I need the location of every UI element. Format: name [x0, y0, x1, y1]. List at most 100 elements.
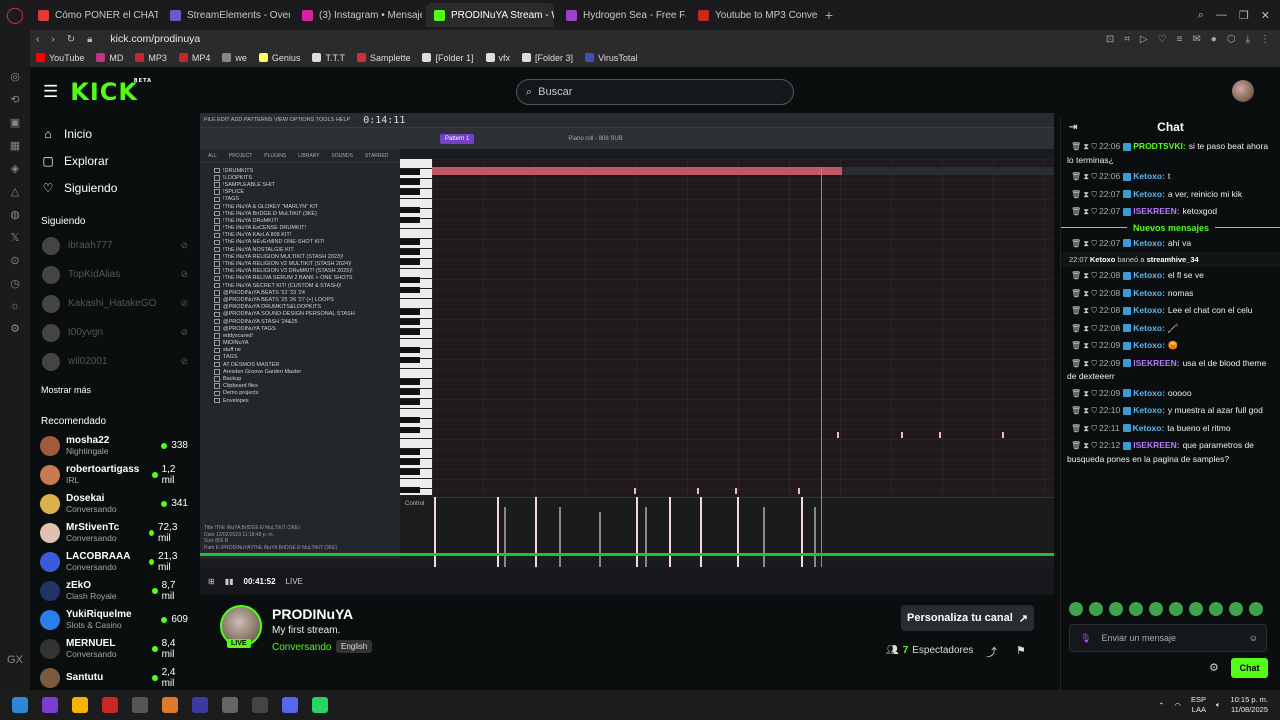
- bookmark-item[interactable]: T.T.T: [312, 53, 345, 63]
- opera-icon[interactable]: [102, 697, 118, 713]
- obs-icon[interactable]: [132, 697, 148, 713]
- bookmark-icon[interactable]: ⊡: [1106, 34, 1114, 45]
- following-item[interactable]: Kakashi_HatakeGO ⊘: [30, 289, 200, 318]
- emote-icon[interactable]: [1089, 602, 1103, 616]
- record-icon[interactable]: ●: [1211, 34, 1217, 45]
- customize-channel-button[interactable]: Personaliza tu canal ↗: [901, 605, 1034, 631]
- briefcase-icon[interactable]: ▣: [10, 116, 20, 129]
- start-icon[interactable]: [12, 697, 28, 713]
- message-user[interactable]: PRODTSVKI:: [1133, 141, 1185, 151]
- player-icon[interactable]: ⊙: [10, 254, 19, 267]
- recommended-item[interactable]: LACOBRAAA Conversando 21,3 mil: [30, 547, 200, 576]
- video-player[interactable]: FILE EDIT ADD PATTERNS VIEW OPTIONS TOOL…: [200, 113, 1054, 595]
- recommended-item[interactable]: Dosekai Conversando 341: [30, 489, 200, 518]
- message-user[interactable]: Ketoxo:: [1133, 305, 1165, 315]
- recommended-item[interactable]: zEkO Clash Royale 8,7 mil: [30, 576, 200, 605]
- message-user[interactable]: Ketoxo:: [1133, 340, 1165, 350]
- bookmark-item[interactable]: YouTube: [36, 53, 84, 63]
- nav-inicio[interactable]: ⌂ Inicio: [30, 120, 200, 147]
- browser-tab[interactable]: Cómo PONER el CHAT de: [30, 3, 158, 27]
- message-user[interactable]: Ketoxo:: [1133, 189, 1165, 199]
- recommended-item[interactable]: Santutu 2,4 mil: [30, 663, 200, 690]
- discord-icon[interactable]: [282, 697, 298, 713]
- channel-name[interactable]: PRODINuYA: [272, 606, 353, 622]
- chat-message[interactable]: 🗑︎ ⧗ ⛉ 22:06 Ketoxo: t: [1061, 168, 1280, 186]
- bookmark-item[interactable]: MP3: [135, 53, 167, 63]
- opera-menu-icon[interactable]: ◯: [0, 0, 30, 30]
- restore-button[interactable]: ❐: [1239, 9, 1249, 22]
- chat-message[interactable]: 🗑︎ ⧗ ⛉ 22:07 ISEKREEN: ketoxgod: [1061, 203, 1280, 221]
- message-user[interactable]: Ketoxo:: [1133, 171, 1165, 181]
- chat-message[interactable]: 🗑︎ ⧗ ⛉ 22:09 Ketoxo: ooooo: [1061, 385, 1280, 403]
- download-icon[interactable]: ⤓: [1246, 34, 1250, 45]
- emote-icon[interactable]: [1209, 602, 1223, 616]
- message-user[interactable]: Ketoxo:: [1133, 388, 1165, 398]
- recommended-item[interactable]: MERNUEL Conversando 8,4 mil: [30, 634, 200, 663]
- language-tag[interactable]: English: [336, 640, 373, 653]
- whatsapp-taskbar-icon[interactable]: [312, 697, 328, 713]
- snapshot-icon[interactable]: ⌗: [1124, 34, 1130, 45]
- following-item[interactable]: wil02001 ⊘: [30, 347, 200, 376]
- kick-logo[interactable]: KICK BETA: [70, 78, 151, 106]
- sun-icon[interactable]: ☼: [10, 300, 20, 312]
- mod-actions-icon[interactable]: 🗑︎ ⧗ ⛉: [1071, 271, 1097, 280]
- mod-actions-icon[interactable]: 🗑︎ ⧗ ⛉: [1071, 207, 1097, 216]
- hamburger-icon[interactable]: ☰: [43, 82, 58, 102]
- mic-icon[interactable]: 🎙︎: [1080, 633, 1091, 644]
- emote-icon[interactable]: [1169, 602, 1183, 616]
- search-input[interactable]: ⌕ Buscar: [516, 79, 794, 105]
- chat-message[interactable]: 🗑︎ ⧗ ⛉ 22:08 Ketoxo: el fl se ve: [1061, 267, 1280, 285]
- reload-icon[interactable]: ↻: [67, 34, 75, 45]
- mod-actions-icon[interactable]: 🗑︎ ⧗ ⛉: [1071, 441, 1097, 450]
- emote-icon[interactable]: [1069, 602, 1083, 616]
- chat-message[interactable]: 🗑︎ ⧗ ⛉ 22:08 Ketoxo: 🦯: [1061, 320, 1280, 338]
- wifi-icon[interactable]: ◠: [1174, 701, 1181, 710]
- mod-actions-icon[interactable]: 🗑︎ ⧗ ⛉: [1071, 341, 1097, 350]
- message-user[interactable]: ISEKREEN:: [1133, 358, 1179, 368]
- browser-tab[interactable]: Youtube to MP3 Converte: [690, 3, 818, 27]
- palette-icon[interactable]: ▦: [10, 139, 20, 152]
- user-avatar[interactable]: [1232, 80, 1254, 102]
- whatsapp-icon[interactable]: ◍: [10, 208, 20, 221]
- recommended-item[interactable]: MrStivenTc Conversando 72,3 mil: [30, 518, 200, 547]
- emote-icon[interactable]: [1229, 602, 1243, 616]
- mod-actions-icon[interactable]: 🗑︎ ⧗ ⛉: [1071, 190, 1097, 199]
- message-user[interactable]: ISEKREEN:: [1133, 440, 1179, 450]
- language-indicator[interactable]: ESP LAA: [1191, 695, 1206, 715]
- mod-actions-icon[interactable]: 🗑︎ ⧗ ⛉: [1071, 172, 1097, 181]
- app-icon[interactable]: [42, 697, 58, 713]
- clock-icon[interactable]: ◷: [10, 277, 20, 290]
- chat-message[interactable]: 🗑︎ ⧗ ⛉ 22:08 Ketoxo: nomas: [1061, 285, 1280, 303]
- bookmark-item[interactable]: MD: [96, 53, 123, 63]
- message-user[interactable]: Ketoxo:: [1133, 323, 1165, 333]
- ai-icon[interactable]: ◎: [10, 70, 20, 83]
- close-button[interactable]: ✕: [1261, 9, 1270, 22]
- mod-actions-icon[interactable]: 🗑︎ ⧗ ⛉: [1071, 324, 1097, 333]
- mod-actions-icon[interactable]: 🗑︎ ⧗ ⛉: [1071, 424, 1097, 433]
- fl-studio-icon[interactable]: [162, 697, 178, 713]
- show-more-link[interactable]: Mostrar más: [30, 379, 200, 401]
- emote-icon[interactable]: [1129, 602, 1143, 616]
- browser-tab[interactable]: (3) Instagram • Mensajes: [294, 3, 422, 27]
- recommended-item[interactable]: robertoartigass IRL 1,2 mil: [30, 460, 200, 489]
- stream-category[interactable]: Conversando: [272, 642, 331, 653]
- speaker-icon[interactable]: 🔈︎: [1216, 700, 1221, 710]
- chat-message[interactable]: 🗑︎ ⧗ ⛉ 22:07 Ketoxo: a ver, reinicio mi kik: [1061, 186, 1280, 204]
- mod-actions-icon[interactable]: 🗑︎ ⧗ ⛉: [1071, 359, 1097, 368]
- recommended-item[interactable]: mosha22 Nightingale 338: [30, 431, 200, 460]
- mod-actions-icon[interactable]: 🗑︎ ⧗ ⛉: [1071, 389, 1097, 398]
- after-effects-icon[interactable]: [192, 697, 208, 713]
- message-user[interactable]: Ketoxo:: [1133, 270, 1165, 280]
- bookmark-item[interactable]: [Folder 1]: [422, 53, 474, 63]
- history-icon[interactable]: ⟲: [10, 93, 19, 106]
- mod-actions-icon[interactable]: 🗑︎ ⧗ ⛉: [1071, 142, 1097, 151]
- message-user[interactable]: Ketoxo:: [1133, 288, 1165, 298]
- browser-tab[interactable]: Hydrogen Sea - Free Falli: [558, 3, 686, 27]
- chat-settings-icon[interactable]: ⚙: [1209, 661, 1219, 674]
- triangle-icon[interactable]: △: [11, 185, 19, 198]
- gx-icon[interactable]: GX: [7, 654, 23, 666]
- chat-message[interactable]: 🗑︎ ⧗ ⛉ 22:06 PRODTSVKI: si te paso beat aho…: [1061, 138, 1280, 168]
- forward-icon[interactable]: ›: [51, 34, 54, 45]
- extensions-icon[interactable]: ⬡: [1227, 34, 1236, 45]
- emote-icon[interactable]: [1189, 602, 1203, 616]
